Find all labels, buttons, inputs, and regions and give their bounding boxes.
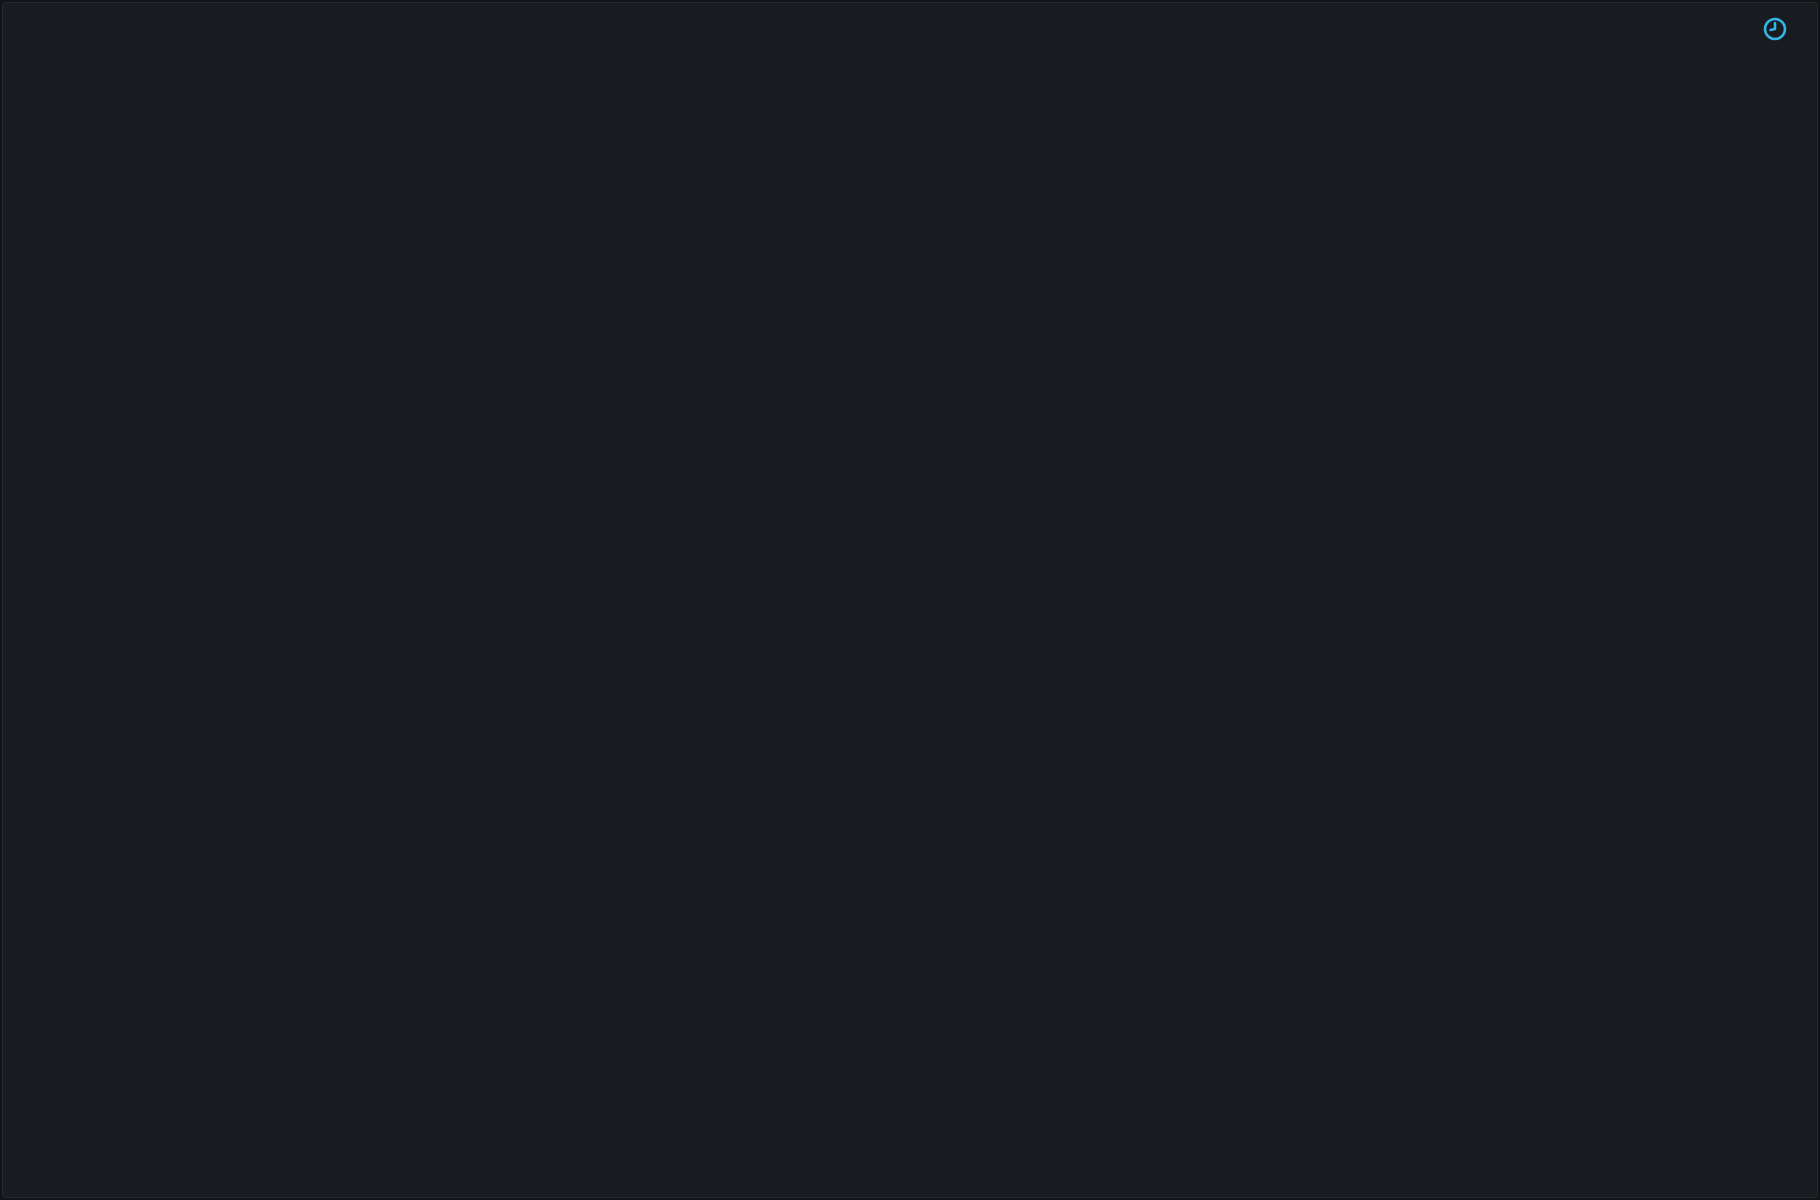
legend-header bbox=[30, 933, 1796, 977]
plot-svg[interactable] bbox=[140, 85, 1796, 891]
grafana-panel bbox=[2, 2, 1818, 1198]
chart-area bbox=[3, 3, 1817, 1197]
legend bbox=[30, 933, 1796, 977]
